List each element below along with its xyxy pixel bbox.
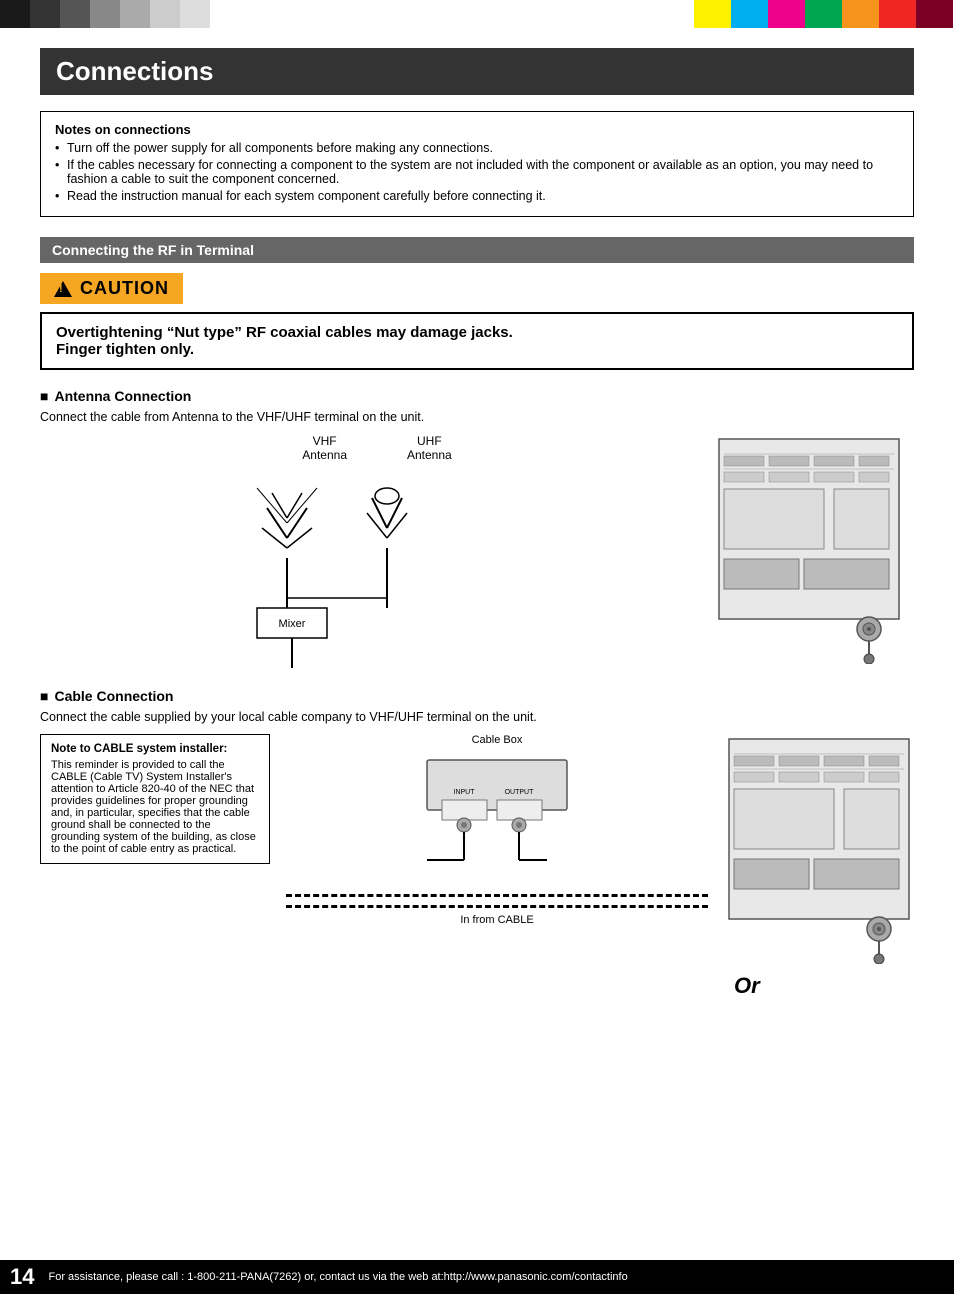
color-bar-left (0, 0, 340, 28)
vhf-label: VHF Antenna (302, 434, 347, 462)
warning-message: Overtightening “Nut type” RF coaxial cab… (40, 312, 914, 370)
color-bar-right (694, 0, 954, 28)
caution-triangle-icon (54, 281, 72, 297)
cable-note-box: Note to CABLE system installer: This rem… (40, 734, 270, 864)
svg-text:INPUT: INPUT (454, 789, 476, 796)
caution-banner: CAUTION (40, 273, 183, 304)
notes-list: Turn off the power supply for all compon… (55, 141, 899, 203)
caution-label: CAUTION (80, 278, 169, 299)
notes-box: Notes on connections Turn off the power … (40, 111, 914, 217)
notes-list-item: If the cables necessary for connecting a… (55, 158, 899, 186)
unit-back-panel-svg (714, 434, 904, 664)
antenna-sub-title: Antenna Connection (40, 388, 914, 404)
antenna-unit-diagram (714, 434, 914, 668)
svg-text:Mixer: Mixer (279, 618, 306, 630)
page-title: Connections (40, 48, 914, 95)
antenna-svg: Mixer (207, 468, 527, 668)
cable-box-svg: INPUT OUTPUT (407, 750, 587, 890)
antenna-diagram-area: VHF Antenna UHF Antenna (40, 434, 914, 668)
antenna-labels: VHF Antenna UHF Antenna (302, 434, 451, 462)
cable-note-body: This reminder is provided to call the CA… (51, 759, 259, 855)
antenna-desc: Connect the cable from Antenna to the VH… (40, 410, 914, 424)
rf-section-heading: Connecting the RF in Terminal (40, 237, 914, 263)
dashed-line-2 (286, 905, 708, 908)
cable-center-diagram: Cable Box INPUT OUTPUT (286, 734, 708, 926)
cable-section: Cable Connection Connect the cable suppl… (40, 688, 914, 999)
main-content: Connections Notes on connections Turn of… (0, 28, 954, 1019)
or-label: Or (734, 973, 914, 999)
cable-diagram-area: Note to CABLE system installer: This rem… (40, 734, 914, 999)
svg-text:OUTPUT: OUTPUT (505, 789, 535, 796)
uhf-label: UHF Antenna (407, 434, 452, 462)
support-text: For assistance, please call : 1-800-211-… (48, 1271, 627, 1283)
color-bars-top (0, 0, 954, 28)
dashed-line-1 (286, 894, 708, 897)
in-from-cable-label: In from CABLE (460, 914, 533, 926)
cable-unit-svg (724, 734, 914, 964)
cable-right-diagram: Or (724, 734, 914, 999)
cable-box-label: Cable Box (472, 734, 523, 746)
notes-title: Notes on connections (55, 122, 899, 137)
page-footer: 14 For assistance, please call : 1-800-2… (0, 1260, 954, 1294)
cable-desc: Connect the cable supplied by your local… (40, 710, 914, 724)
antenna-diagram-left: VHF Antenna UHF Antenna (40, 434, 694, 668)
page-number: 14 (10, 1264, 34, 1290)
cable-sub-title: Cable Connection (40, 688, 914, 704)
notes-list-item: Read the instruction manual for each sys… (55, 189, 899, 203)
cable-note-title: Note to CABLE system installer: (51, 743, 259, 755)
notes-list-item: Turn off the power supply for all compon… (55, 141, 899, 155)
